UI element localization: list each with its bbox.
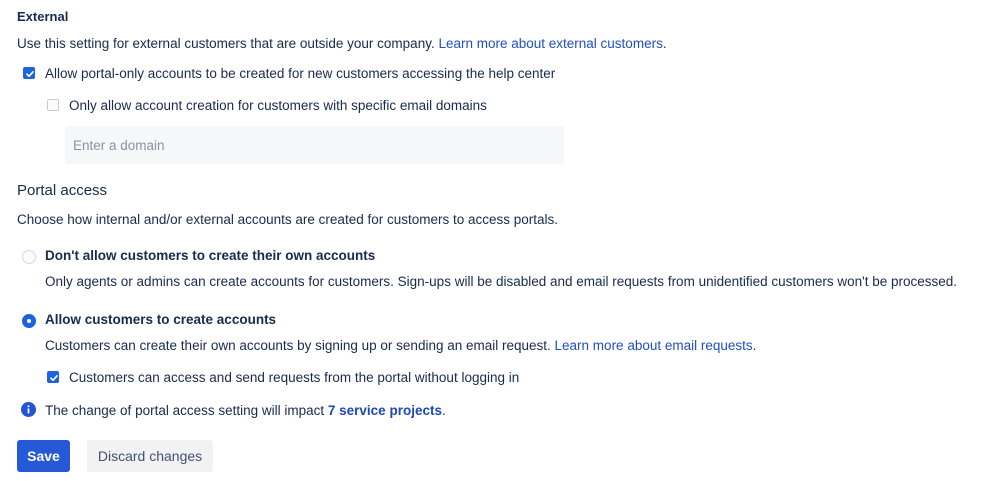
- impact-info-text: The change of portal access setting will…: [45, 403, 446, 418]
- portal-access-description: Choose how internal and/or external acco…: [17, 212, 559, 227]
- option-allow-description: Customers can create their own accounts …: [45, 338, 757, 353]
- check-icon: [26, 71, 34, 78]
- save-button[interactable]: Save: [17, 440, 70, 472]
- restrict-domains-label[interactable]: Only allow account creation for customer…: [69, 97, 487, 115]
- anonymous-access-checkbox[interactable]: [47, 371, 59, 383]
- learn-more-email-requests-link[interactable]: Learn more about email requests: [555, 338, 753, 353]
- service-projects-link[interactable]: 7 service projects: [328, 403, 442, 418]
- radio-dont-allow-accounts[interactable]: [22, 250, 36, 264]
- option-dont-allow-description: Only agents or admins can create account…: [45, 274, 958, 289]
- anonymous-access-label[interactable]: Customers can access and send requests f…: [69, 369, 519, 387]
- allow-portal-only-label[interactable]: Allow portal-only accounts to be created…: [45, 65, 555, 83]
- radio-allow-accounts[interactable]: [22, 314, 36, 328]
- discard-changes-button[interactable]: Discard changes: [87, 440, 213, 472]
- restrict-domains-checkbox[interactable]: [47, 99, 59, 111]
- external-description: Use this setting for external customers …: [17, 36, 667, 51]
- check-icon: [50, 375, 58, 382]
- option-dont-allow-label[interactable]: Don't allow customers to create their ow…: [45, 247, 375, 265]
- allow-portal-only-checkbox[interactable]: [23, 67, 35, 79]
- portal-access-title: Portal access: [17, 182, 108, 199]
- learn-more-external-link[interactable]: Learn more about external customers: [438, 36, 662, 51]
- option-allow-label[interactable]: Allow customers to create accounts: [45, 311, 276, 329]
- domain-input[interactable]: [65, 126, 564, 164]
- info-icon: [21, 402, 36, 417]
- external-section-title: External: [17, 9, 69, 24]
